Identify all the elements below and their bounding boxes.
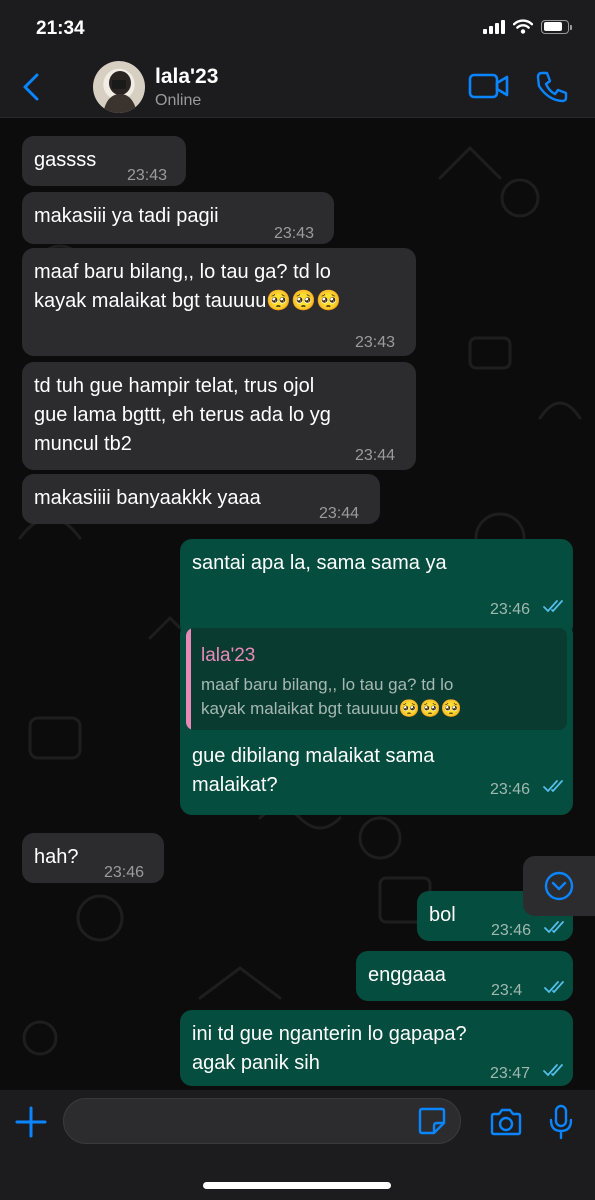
- message-text: makasiii ya tadi pagii: [34, 205, 219, 227]
- incoming-message[interactable]: hah? 23:46: [22, 833, 164, 883]
- chat-area[interactable]: gassss 23:43 makasiii ya tadi pagii 23:43 ma…: [0, 118, 595, 1090]
- outgoing-message[interactable]: lala'23 maaf baru bilang,, lo tau ga? td …: [180, 622, 573, 815]
- message-text: td tuh gue hampir telat, trus ojol gue l…: [34, 375, 331, 455]
- message-time: 23:46: [490, 781, 531, 798]
- chevron-left-icon: [23, 73, 39, 101]
- message-time: 23:46: [104, 864, 145, 881]
- input-bar: [0, 1090, 595, 1200]
- message-text: gassss: [34, 149, 97, 171]
- quote-sender-name: lala'23: [201, 645, 256, 666]
- video-camera-icon: [468, 73, 509, 99]
- sticker-icon: [418, 1107, 446, 1135]
- read-receipt-icon: [544, 981, 564, 994]
- message-text: ini td gue nganterin lo gapapa? agak pan…: [192, 1023, 467, 1074]
- message-time: 23:46: [491, 922, 532, 939]
- camera-icon: [490, 1108, 522, 1136]
- cellular-signal-icon: [483, 19, 505, 34]
- back-button[interactable]: [16, 70, 46, 104]
- message-text: bol: [429, 904, 456, 926]
- message-text: hah?: [34, 846, 79, 868]
- incoming-message[interactable]: maaf baru bilang,, lo tau ga? td lo kaya…: [22, 248, 416, 356]
- plus-icon: [15, 1106, 47, 1138]
- microphone-button[interactable]: [548, 1104, 574, 1145]
- read-receipt-icon: [543, 600, 563, 613]
- contact-name[interactable]: lala'23: [155, 65, 218, 89]
- message-time: 23:43: [127, 167, 168, 184]
- message-text: maaf baru bilang,, lo tau ga? td lo kaya…: [34, 261, 342, 312]
- outgoing-message[interactable]: ini td gue nganterin lo gapapa? agak pan…: [180, 1010, 573, 1086]
- contact-status: Online: [155, 92, 202, 109]
- message-text: santai apa la, sama sama ya: [192, 552, 447, 574]
- chat-header: lala'23 Online: [0, 56, 595, 118]
- status-icons: [483, 19, 572, 34]
- message-text: makasiiii banyaakkk yaaa: [34, 487, 261, 509]
- message-text: gue dibilang malaikat sama malaikat?: [192, 745, 435, 796]
- message-time: 23:44: [319, 505, 360, 522]
- outgoing-message[interactable]: enggaaa 23:4: [356, 951, 573, 1001]
- incoming-message[interactable]: gassss 23:43: [22, 136, 186, 186]
- message-time: 23:43: [355, 334, 396, 351]
- wifi-icon: [513, 19, 533, 34]
- video-call-button[interactable]: [468, 72, 510, 105]
- message-text: enggaaa: [368, 964, 446, 986]
- microphone-icon: [549, 1104, 573, 1140]
- incoming-message[interactable]: makasiiii banyaakkk yaaa 23:44: [22, 474, 380, 524]
- avatar-photo-icon: [103, 71, 137, 113]
- message-time: 23:44: [355, 447, 396, 464]
- home-indicator: [203, 1182, 391, 1189]
- read-receipt-icon: [543, 1064, 563, 1077]
- message-time: 23:4: [491, 982, 523, 999]
- incoming-message[interactable]: td tuh gue hampir telat, trus ojol gue l…: [22, 362, 416, 470]
- incoming-message[interactable]: makasiii ya tadi pagii 23:43: [22, 192, 334, 244]
- message-input[interactable]: [63, 1098, 461, 1144]
- status-bar: 21:34: [0, 0, 595, 56]
- sticker-button[interactable]: [417, 1106, 447, 1141]
- camera-button[interactable]: [489, 1108, 523, 1141]
- message-time: 23:43: [274, 225, 315, 242]
- quote-accent-bar: [186, 628, 191, 730]
- battery-icon: [541, 19, 572, 34]
- status-time: 21:34: [36, 18, 85, 39]
- message-time: 23:47: [490, 1065, 531, 1082]
- message-time: 23:46: [490, 601, 531, 618]
- chevron-down-icon: [544, 871, 574, 901]
- read-receipt-icon: [543, 780, 563, 793]
- phone-icon: [536, 71, 568, 103]
- read-receipt-icon: [544, 921, 564, 934]
- attach-button[interactable]: [14, 1105, 48, 1144]
- scroll-to-bottom-button[interactable]: [523, 856, 595, 916]
- voice-call-button[interactable]: [535, 70, 569, 109]
- contact-avatar[interactable]: [93, 61, 145, 113]
- quoted-message[interactable]: lala'23 maaf baru bilang,, lo tau ga? td …: [186, 628, 567, 730]
- quote-text: maaf baru bilang,, lo tau ga? td lo kaya…: [201, 675, 463, 718]
